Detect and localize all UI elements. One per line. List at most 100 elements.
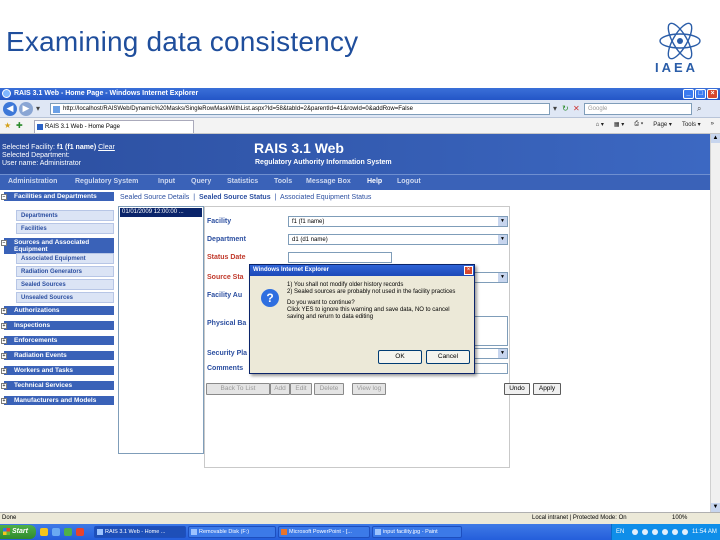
delete-button[interactable]: Delete — [314, 383, 344, 395]
undo-button[interactable]: Undo — [504, 383, 530, 395]
sidebar-item-radiation-generators[interactable]: Radiation Generators — [16, 266, 114, 277]
tab-associated-equipment-status[interactable]: Associated Equipment Status — [280, 194, 371, 201]
tab-sealed-source-status[interactable]: Sealed Source Status — [199, 194, 271, 201]
expand-icon[interactable]: + — [1, 308, 7, 314]
back-to-list-button[interactable]: Back To List — [206, 383, 270, 395]
view-log-button[interactable]: View log — [352, 383, 386, 395]
tray-icon[interactable] — [642, 529, 648, 535]
sidebar-item-associated-equipment[interactable]: Associated Equipment — [16, 253, 114, 264]
maximize-icon[interactable]: □ — [695, 89, 706, 99]
clock[interactable]: 11:54 AM — [692, 524, 717, 540]
chevron-down-icon[interactable]: ▼ — [498, 235, 507, 244]
sidebar-item-departments[interactable]: Departments — [16, 210, 114, 221]
facility-select[interactable]: f1 (f1 name) ▼ — [288, 216, 508, 227]
menu-help[interactable]: Help — [367, 178, 382, 185]
expand-icon[interactable]: + — [1, 353, 7, 359]
address-dropdown-icon[interactable]: ▾ — [553, 104, 557, 113]
dropdown-icon[interactable]: ▾ — [36, 104, 40, 113]
clear-link[interactable]: Clear — [98, 144, 115, 151]
tab-sealed-source-details[interactable]: Sealed Source Details — [120, 194, 189, 201]
quicklaunch-ie-icon[interactable] — [52, 528, 60, 536]
sidebar-group-workers-and-tasks[interactable]: + Workers and Tasks — [1, 366, 114, 375]
sidebar-group-manufacturers-and-models[interactable]: + Manufacturers and Models — [1, 396, 114, 405]
task-rais-web[interactable]: RAIS 3.1 Web - Home ... — [94, 526, 186, 538]
home-icon[interactable]: ⌂ ▾ — [596, 121, 604, 128]
tray-icon[interactable] — [682, 529, 688, 535]
quicklaunch-app-icon[interactable] — [64, 528, 72, 536]
chevron-down-icon[interactable]: ▼ — [498, 217, 507, 226]
add-button[interactable]: Add — [270, 383, 290, 395]
favorites-star-icon[interactable]: ★ — [4, 121, 11, 130]
browser-tab[interactable]: RAIS 3.1 Web - Home Page — [34, 120, 194, 133]
stop-icon[interactable]: ✕ — [573, 104, 580, 113]
close-icon[interactable]: × — [707, 89, 718, 99]
search-icon[interactable]: ⌕ — [697, 104, 701, 114]
zoom-level[interactable]: 100% — [672, 513, 687, 524]
search-input[interactable]: Google — [584, 103, 692, 115]
sidebar-group-inspections[interactable]: + Inspections — [1, 321, 114, 330]
sidebar-item-facilities[interactable]: Facilities — [16, 223, 114, 234]
history-list[interactable]: 01/01/2009 12:00:00 ... — [118, 206, 204, 454]
menu-regulatory-system[interactable]: Regulatory System — [75, 178, 138, 185]
expand-icon[interactable]: + — [1, 368, 7, 374]
scroll-down-icon[interactable]: ▼ — [711, 503, 720, 512]
task-powerpoint[interactable]: Microsoft PowerPoint - [... — [278, 526, 370, 538]
refresh-icon[interactable]: ↻ — [562, 104, 569, 113]
add-favorites-icon[interactable]: ✚ — [16, 121, 23, 130]
back-arrow-icon[interactable]: ◀ — [3, 102, 17, 116]
page-menu[interactable]: Page ▾ — [653, 121, 672, 128]
menu-logout[interactable]: Logout — [397, 178, 421, 185]
menu-statistics[interactable]: Statistics — [227, 178, 258, 185]
sidebar-group-enforcements[interactable]: + Enforcements — [1, 336, 114, 345]
menu-administration[interactable]: Administration — [8, 178, 57, 185]
expand-icon[interactable]: + — [1, 383, 7, 389]
quicklaunch-app-icon[interactable] — [76, 528, 84, 536]
menu-message-box[interactable]: Message Box — [306, 178, 351, 185]
quicklaunch-folder-icon[interactable] — [40, 528, 48, 536]
url-input[interactable]: http://localhost/RAISWeb/Dynamic%20Masks… — [50, 103, 550, 115]
menu-tools[interactable]: Tools — [274, 178, 292, 185]
chevron-down-icon[interactable]: ▼ — [498, 273, 507, 282]
chevron-down-icon[interactable]: ▼ — [498, 349, 507, 358]
vertical-scrollbar[interactable]: ▲ ▼ — [710, 134, 720, 512]
minimize-icon[interactable]: _ — [683, 89, 694, 99]
language-indicator[interactable]: EN — [616, 524, 624, 540]
tray-icon[interactable] — [652, 529, 658, 535]
tray-icon[interactable] — [632, 529, 638, 535]
feeds-icon[interactable]: ▦ ▾ — [614, 121, 624, 128]
content-tabs: Sealed Source Details | Sealed Source St… — [120, 194, 373, 201]
edit-button[interactable]: Edit — [290, 383, 312, 395]
sidebar-group-facilities[interactable]: − Facilities and Departments — [1, 192, 114, 201]
collapse-icon[interactable]: − — [1, 240, 7, 246]
expand-icon[interactable]: + — [1, 398, 7, 404]
tray-icon[interactable] — [662, 529, 668, 535]
list-item[interactable]: 01/01/2009 12:00:00 ... — [120, 208, 202, 217]
sidebar-group-sources[interactable]: − Sources and Associated Equipment — [1, 238, 114, 254]
expand-icon[interactable]: + — [1, 323, 7, 329]
sidebar-group-radiation-events[interactable]: + Radiation Events — [1, 351, 114, 360]
sidebar-group-authorizations[interactable]: + Authorizations — [1, 306, 114, 315]
sidebar-group-technical-services[interactable]: + Technical Services — [1, 381, 114, 390]
cancel-button[interactable]: Cancel — [426, 350, 470, 364]
close-icon[interactable]: × — [464, 266, 473, 275]
collapse-icon[interactable]: − — [1, 194, 7, 200]
apply-button[interactable]: Apply — [533, 383, 561, 395]
department-select[interactable]: d1 (d1 name) ▼ — [288, 234, 508, 245]
start-button[interactable]: Start — [0, 525, 36, 539]
menu-input[interactable]: Input — [158, 178, 175, 185]
status-date-input[interactable] — [288, 252, 392, 263]
print-icon[interactable]: ⎙ ▾ — [634, 121, 643, 128]
menu-query[interactable]: Query — [191, 178, 211, 185]
task-paint[interactable]: input facility.jpg - Paint — [372, 526, 462, 538]
task-removable-disk[interactable]: Removable Disk (F:) — [188, 526, 276, 538]
sidebar-item-sealed-sources[interactable]: Sealed Sources — [16, 279, 114, 290]
scroll-up-icon[interactable]: ▲ — [711, 134, 720, 143]
chevron-right-icon[interactable]: » — [711, 121, 714, 128]
forward-arrow-icon[interactable]: ▶ — [19, 102, 33, 116]
tools-menu[interactable]: Tools ▾ — [682, 121, 701, 128]
expand-icon[interactable]: + — [1, 338, 7, 344]
sidebar-group-label: Manufacturers and Models — [14, 397, 97, 404]
tray-icon[interactable] — [672, 529, 678, 535]
ok-button[interactable]: OK — [378, 350, 422, 364]
sidebar-item-unsealed-sources[interactable]: Unsealed Sources — [16, 292, 114, 303]
